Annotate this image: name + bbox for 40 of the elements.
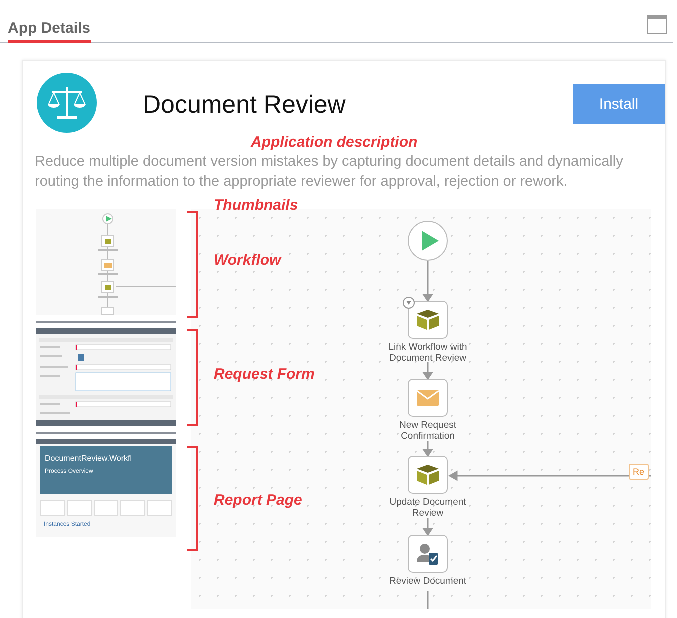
stat-tile (120, 500, 146, 516)
request-form-thumbnail[interactable] (36, 328, 176, 426)
node-label: Review Document (388, 577, 468, 588)
annotation-label: Application description (251, 134, 418, 151)
connector-line (422, 261, 434, 302)
panel-title: App Details (8, 20, 91, 43)
node-label: Update Document Review (388, 498, 468, 519)
filter-icon[interactable] (403, 297, 415, 309)
node-label: Link Workflow with Document Review (388, 343, 468, 364)
annotation-label: Request Form (214, 366, 315, 383)
connector-line (427, 591, 429, 609)
connector-line (422, 441, 434, 458)
transition-tag[interactable]: Re (629, 464, 649, 480)
box-icon (417, 310, 439, 330)
envelope-icon (417, 390, 439, 406)
connector-line (422, 518, 434, 536)
start-node[interactable] (408, 221, 448, 261)
workflow-thumbnail[interactable] (36, 209, 176, 315)
annotation-label: Report Page (214, 492, 302, 509)
workflow-node[interactable] (408, 535, 448, 573)
play-icon (420, 230, 440, 252)
workflow-node[interactable] (408, 379, 448, 417)
app-description: Reduce multiple document version mistakes by capturing document details and dynamically routing the information to the appropriate reviewer for approval, rejection or rework. (35, 153, 624, 192)
stat-tile (66, 500, 92, 516)
user-task-icon (417, 543, 439, 565)
scales-icon (37, 73, 97, 133)
window-icon[interactable] (647, 15, 667, 34)
connector-line (422, 362, 434, 380)
annotation-label: Workflow (214, 252, 282, 269)
box-icon (417, 465, 439, 485)
report-title: DocumentReview.Workfl (45, 454, 133, 463)
stat-tile (94, 500, 118, 516)
install-button[interactable]: Install (573, 84, 665, 124)
workflow-node[interactable] (408, 456, 448, 494)
workflow-node[interactable] (408, 301, 448, 339)
app-name: Document Review (143, 91, 347, 120)
annotation-label: Thumbnails (214, 197, 298, 214)
stat-tile (147, 500, 172, 516)
node-label: New Request Confirmation (398, 421, 458, 442)
stat-tile (40, 500, 65, 516)
